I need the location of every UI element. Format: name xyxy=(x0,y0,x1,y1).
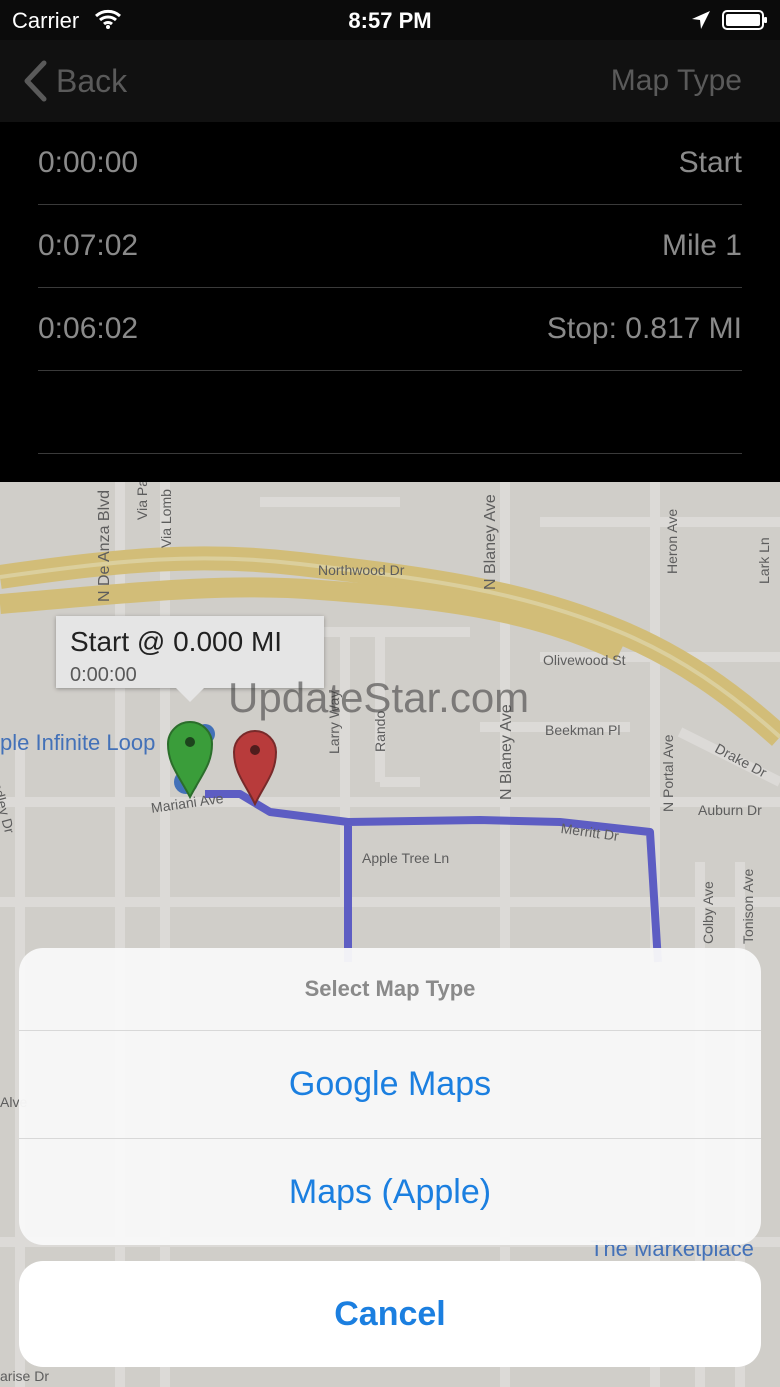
dim-overlay xyxy=(0,482,780,1387)
navigation-bar: Back Map Type xyxy=(0,40,780,122)
cancel-button[interactable]: Cancel xyxy=(19,1261,761,1367)
split-row: 0:07:02 Mile 1 xyxy=(38,205,742,288)
split-label: Start xyxy=(678,146,742,179)
split-time: 0:07:02 xyxy=(38,229,139,262)
status-bar: Carrier 8:57 PM xyxy=(0,0,780,40)
splits-list: 0:00:00 Start 0:07:02 Mile 1 0:06:02 Sto… xyxy=(0,122,780,482)
back-label: Back xyxy=(56,62,128,99)
apple-maps-option[interactable]: Maps (Apple) xyxy=(19,1139,761,1245)
back-button[interactable]: Back xyxy=(22,56,127,106)
status-time: 8:57 PM xyxy=(348,8,432,33)
map-type-action-sheet: Select Map Type Google Maps Maps (Apple) xyxy=(19,948,761,1245)
split-row: 0:00:00 Start xyxy=(38,122,742,205)
battery-icon xyxy=(722,10,767,30)
route-map[interactable]: N De Anza Blvd Via Pa Via Lomb Northwood… xyxy=(0,482,780,1387)
sheet-title: Select Map Type xyxy=(19,948,761,1031)
chevron-left-icon xyxy=(24,60,47,102)
split-label: Mile 1 xyxy=(661,229,742,262)
split-time: 0:00:00 xyxy=(38,146,139,179)
split-time: 0:06:02 xyxy=(38,312,139,345)
split-row: 0:06:02 Stop: 0.817 MI xyxy=(38,288,742,371)
location-arrow-icon xyxy=(692,11,710,29)
google-maps-option[interactable]: Google Maps xyxy=(19,1031,761,1139)
split-label: Stop: 0.817 MI xyxy=(546,312,742,345)
split-row xyxy=(38,371,742,454)
map-type-button[interactable]: Map Type xyxy=(611,64,742,98)
